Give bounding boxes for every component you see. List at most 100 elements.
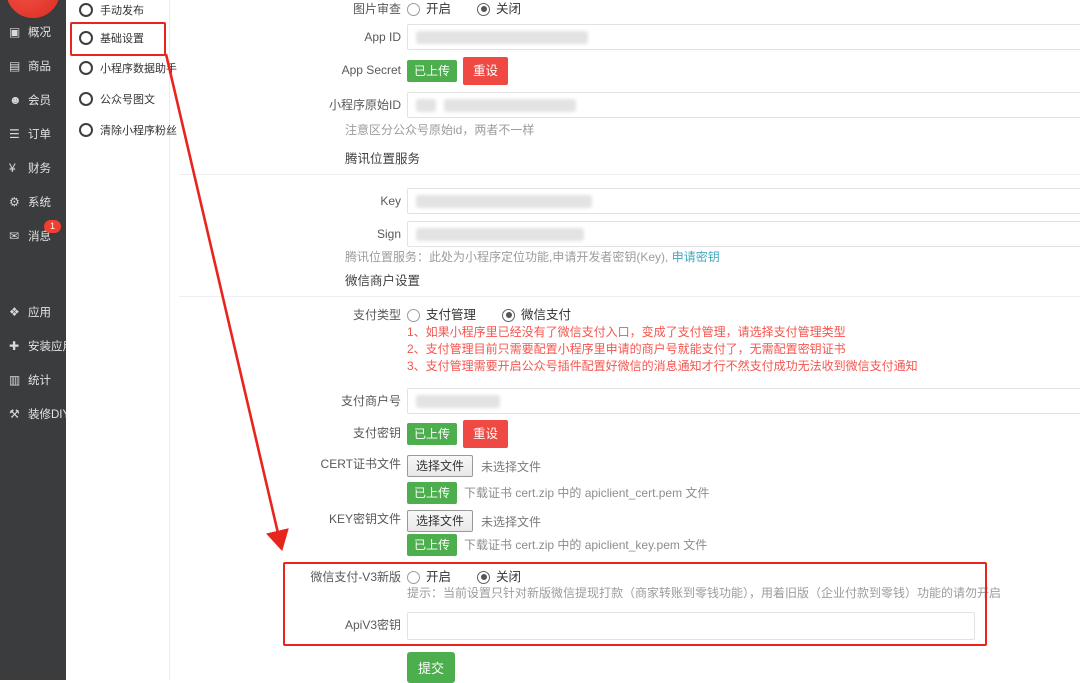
submenu-item-label: 清除小程序粉丝 (100, 122, 177, 138)
wechat-pay-v3-hint: 提示：当前设置只针对新版微信提现打款（商家转账到零钱功能），用着旧版（企业付款到… (407, 584, 1001, 601)
pay-key-reset-button[interactable]: 重设 (463, 420, 508, 448)
radio-label[interactable]: 开启 (426, 0, 451, 18)
sidebar-item-goods[interactable]: ▤ 商品 (0, 49, 66, 83)
pay-type-warning-1: 1、如果小程序里已经没有了微信支付入口，变成了支付管理，请选择支付管理类型 (407, 323, 846, 340)
sidebar-item-statistics[interactable]: ▥ 统计 (0, 363, 66, 397)
image-review-radio-group: 开启 关闭 (407, 0, 1080, 18)
radio-关闭[interactable] (477, 3, 490, 16)
finance-icon: ¥ (9, 162, 24, 174)
submenu-item-3[interactable]: 公众号图文 (66, 89, 155, 109)
apiv3-key-label: ApiV3密钥 (169, 612, 407, 638)
sidebar-item-apps[interactable]: ❖应用 (0, 295, 66, 329)
section-divider (179, 296, 1080, 297)
pay-type-row: 支付类型 支付管理 微信支付 (169, 306, 1080, 324)
radio-支付管理[interactable] (407, 309, 420, 322)
sidebar-item-orders[interactable]: ☰ 订单 (0, 117, 66, 151)
sidebar-item-system[interactable]: ⚙ 系统 (0, 185, 66, 219)
cert-file-no-file-text: 未选择文件 (481, 458, 541, 475)
sign-input[interactable] (407, 221, 1080, 247)
pay-type-warning-3: 3、支付管理需要开启公众号插件配置好微信的消息通知才行不然支付成功无法收到微信支… (407, 357, 918, 374)
sidebar-item-label: 装修DIY (28, 406, 70, 422)
redacted-value (416, 31, 588, 44)
key-file-no-file-text: 未选择文件 (481, 513, 541, 530)
submit-button[interactable]: 提交 (407, 652, 455, 683)
cert-file-hint: 下载证书 cert.zip 中的 apiclient_cert.pem 文件 (464, 482, 709, 504)
cert-file-choose-button[interactable]: 选择文件 (407, 455, 473, 477)
key-row: Key (169, 188, 1080, 214)
key-input[interactable] (407, 188, 1080, 214)
sidebar-item-decorate-diy[interactable]: ⚒装修DIY (0, 397, 66, 431)
app-id-label: App ID (169, 24, 407, 50)
key-file-choose-button[interactable]: 选择文件 (407, 510, 473, 532)
key-label: Key (169, 188, 407, 214)
app-secret-reset-button[interactable]: 重设 (463, 57, 508, 85)
settings-submenu: 手动发布基础设置小程序数据助手公众号图文清除小程序粉丝 (66, 0, 170, 680)
radio-开启[interactable] (407, 3, 420, 16)
sidebar-item-install-app[interactable]: ✚安装应用 (0, 329, 66, 363)
sidebar-item-label: 订单 (28, 126, 51, 142)
app-id-input[interactable] (407, 24, 1080, 50)
key-file-label: KEY密钥文件 (169, 510, 407, 528)
cert-file-label: CERT证书文件 (169, 455, 407, 473)
mini-origin-id-hint: 注意区分公众号原始id，两者不一样 (345, 121, 534, 138)
app-secret-uploaded-badge[interactable]: 已上传 (407, 60, 457, 82)
statistics-icon: ▥ (9, 374, 24, 386)
redacted-value (416, 395, 500, 408)
submenu-item-4[interactable]: 清除小程序粉丝 (66, 120, 177, 140)
pay-key-label: 支付密钥 (169, 420, 407, 446)
mini-origin-id-label: 小程序原始ID (169, 92, 407, 118)
orders-icon: ☰ (9, 128, 24, 140)
radio-label[interactable]: 关闭 (496, 0, 521, 18)
sidebar-item-label: 统计 (28, 372, 51, 388)
key-file-row: KEY密钥文件 选择文件 未选择文件 (169, 510, 1080, 532)
wechat-merchant-section-title: 微信商户设置 (345, 270, 420, 289)
redacted-value (444, 99, 576, 112)
submenu-item-0[interactable]: 手动发布 (66, 0, 144, 20)
merchant-id-input[interactable] (407, 388, 1080, 414)
key-file-uploaded-badge[interactable]: 已上传 (407, 534, 457, 556)
key-file-status-row: 已上传 下载证书 cert.zip 中的 apiclient_key.pem 文… (169, 534, 1080, 556)
radio-关闭[interactable] (477, 571, 490, 584)
mini-origin-id-input[interactable] (407, 92, 1080, 118)
pay-key-uploaded-badge[interactable]: 已上传 (407, 423, 457, 445)
sidebar-item-label: 系统 (28, 194, 51, 210)
apiv3-key-input[interactable] (407, 612, 975, 640)
sidebar-item-finance[interactable]: ¥ 财务 (0, 151, 66, 185)
sidebar-item-members[interactable]: ☻会员 (0, 83, 66, 117)
radio-label[interactable]: 支付管理 (426, 306, 476, 324)
submenu-item-1[interactable]: 基础设置 (66, 28, 144, 48)
tencent-location-section-title: 腾讯位置服务 (345, 148, 420, 167)
radio-开启[interactable] (407, 571, 420, 584)
sidebar-item-label: 商品 (28, 58, 51, 74)
submenu-item-label: 手动发布 (100, 2, 144, 18)
radio-微信支付[interactable] (502, 309, 515, 322)
sidebar-item-label: 概况 (28, 24, 51, 40)
sidebar-item-label: 应用 (28, 304, 51, 320)
install-app-icon: ✚ (9, 340, 24, 352)
pay-type-label: 支付类型 (169, 306, 407, 324)
main-sidebar: ▣概况 ▤ 商品 ☻会员 ☰ 订单 ¥ 财务 ⚙ 系统 ✉消息1 ❖应用✚安装应用 ▥ 统计 ⚒装修DIY (0, 0, 66, 680)
sign-hint: 腾讯位置服务：此处为小程序定位功能,申请开发者密钥(Key), 申请密钥 (345, 248, 720, 265)
key-file-hint: 下载证书 cert.zip 中的 apiclient_key.pem 文件 (464, 534, 707, 556)
mini-origin-id-row: 小程序原始ID (169, 92, 1080, 118)
submenu-item-2[interactable]: 小程序数据助手 (66, 58, 177, 78)
submenu-item-label: 小程序数据助手 (100, 60, 177, 76)
sidebar-item-overview[interactable]: ▣概况 (0, 15, 66, 49)
image-review-label: 图片审查 (169, 0, 407, 18)
image-review-row: 图片审查 开启 关闭 (169, 0, 1080, 18)
merchant-id-row: 支付商户号 (169, 388, 1080, 414)
apiv3-key-row: ApiV3密钥 (169, 612, 1080, 640)
message-count-badge: 1 (44, 220, 61, 233)
submenu-radio-icon (79, 123, 93, 137)
apply-key-link[interactable]: 申请密钥 (672, 250, 720, 264)
merchant-id-label: 支付商户号 (169, 388, 407, 414)
sidebar-item-messages[interactable]: ✉消息1 (0, 219, 66, 253)
radio-label[interactable]: 微信支付 (521, 306, 571, 324)
system-icon: ⚙ (9, 196, 24, 208)
submenu-radio-icon (79, 61, 93, 75)
submenu-radio-icon (79, 3, 93, 17)
cert-file-uploaded-badge[interactable]: 已上传 (407, 482, 457, 504)
goods-icon: ▤ (9, 60, 24, 72)
messages-icon: ✉ (9, 230, 24, 242)
sidebar-item-label: 财务 (28, 160, 51, 176)
